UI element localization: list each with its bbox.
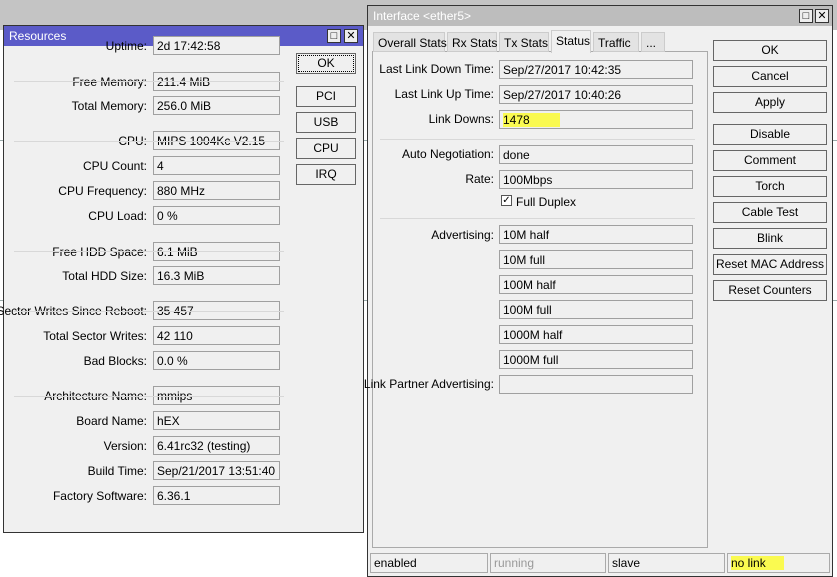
status-enabled: enabled (374, 556, 417, 570)
advertising-option: 100M half (499, 275, 693, 294)
divider (14, 141, 284, 142)
last-link-down-time-label: Last Link Down Time: (379, 62, 494, 76)
status-cell: slave (608, 553, 725, 573)
field-label: CPU Frequency: (58, 184, 147, 198)
last-link-up-time-label: Last Link Up Time: (394, 87, 494, 101)
value-field: 6.41rc32 (testing) (153, 436, 280, 455)
tab-overall-stats[interactable]: Overall Stats (373, 32, 447, 52)
window-title: Resources (9, 29, 67, 43)
value-field: 42 110 (153, 326, 280, 345)
button-pci[interactable]: PCI (296, 86, 356, 107)
field-label: Total Sector Writes: (43, 329, 147, 343)
interface-title-bar[interactable]: Interface <ether5> □ ✕ (368, 6, 832, 26)
button-cpu[interactable]: CPU (296, 138, 356, 159)
last-link-up-time-field: Sep/27/2017 10:40:26 (499, 85, 693, 104)
status-cell: running (490, 553, 606, 573)
value-field: Sep/21/2017 13:51:40 (153, 461, 280, 480)
field-label: Version: (103, 439, 147, 453)
auto-negotiation-value: done (503, 148, 530, 162)
value-field: 2d 17:42:58 (153, 36, 280, 55)
status-running: running (494, 556, 535, 570)
button-ok[interactable]: OK (713, 40, 827, 61)
full-duplex-label: Full Duplex (516, 195, 577, 209)
button-usb[interactable]: USB (296, 112, 356, 133)
tab-traffic[interactable]: Traffic (593, 32, 639, 52)
field-label: Total HDD Size: (62, 269, 147, 283)
status-cell: no link (727, 553, 830, 573)
advertising-label: Advertising: (431, 228, 494, 242)
tab--[interactable]: ... (641, 32, 665, 52)
close-icon[interactable]: ✕ (344, 29, 358, 43)
button-torch[interactable]: Torch (713, 176, 827, 197)
full-duplex-checkbox[interactable]: ✓ (501, 195, 512, 206)
field-label: Board Name: (76, 414, 147, 428)
button-disable[interactable]: Disable (713, 124, 827, 145)
button-blink[interactable]: Blink (713, 228, 827, 249)
tab-tx-stats[interactable]: Tx Stats (499, 32, 549, 52)
advertising-option: 10M half (499, 225, 693, 244)
button-reset-mac-address[interactable]: Reset MAC Address (713, 254, 827, 275)
field-label: Factory Software: (52, 489, 147, 503)
button-cable-test[interactable]: Cable Test (713, 202, 827, 223)
field-label: Uptime: (105, 39, 147, 53)
divider (380, 218, 695, 219)
tab-status[interactable]: Status (551, 30, 591, 53)
value-field: 256.0 MiB (153, 96, 280, 115)
value-field: 4 (153, 156, 280, 175)
value-field: 6.36.1 (153, 486, 280, 505)
divider (14, 81, 284, 82)
link-partner-advertising-field (499, 375, 693, 394)
status-no-link: no link (731, 556, 784, 570)
link-downs-field: 1478 (499, 110, 693, 129)
advertising-option: 100M full (499, 300, 693, 319)
field-label: Free HDD Space: (52, 245, 147, 259)
maximize-icon[interactable]: □ (799, 9, 813, 23)
button-apply[interactable]: Apply (713, 92, 827, 113)
button-comment[interactable]: Comment (713, 150, 827, 171)
divider (14, 311, 284, 312)
last-link-down-time-field: Sep/27/2017 10:42:35 (499, 60, 693, 79)
divider (14, 251, 284, 252)
divider (14, 396, 284, 397)
value-field: 0 % (153, 206, 280, 225)
status-slave: slave (612, 556, 641, 570)
last-link-down-time-value: Sep/27/2017 10:42:35 (503, 63, 622, 77)
rate-label: Rate: (465, 172, 494, 186)
button-cancel[interactable]: Cancel (713, 66, 827, 87)
field-label: Build Time: (87, 464, 147, 478)
value-field: hEX (153, 411, 280, 430)
button-ok[interactable]: OK (296, 53, 356, 74)
maximize-icon[interactable]: □ (327, 29, 341, 43)
field-label: CPU Load: (88, 209, 147, 223)
link-downs-value: 1478 (503, 113, 560, 127)
status-cell: enabled (370, 553, 488, 573)
field-label: Free Memory: (72, 75, 147, 89)
divider (380, 139, 695, 140)
field-label: CPU Count: (82, 159, 147, 173)
advertising-option: 1000M full (499, 350, 693, 369)
button-reset-counters[interactable]: Reset Counters (713, 280, 827, 301)
link-downs-label: Link Downs: (428, 112, 494, 126)
close-icon[interactable]: ✕ (815, 9, 829, 23)
tab-rx-stats[interactable]: Rx Stats (447, 32, 497, 52)
field-label: Total Memory: (71, 99, 147, 113)
value-field: 880 MHz (153, 181, 280, 200)
advertising-option: 10M full (499, 250, 693, 269)
auto-negotiation-field: done (499, 145, 693, 164)
last-link-up-time-value: Sep/27/2017 10:40:26 (503, 88, 622, 102)
rate-field: 100Mbps (499, 170, 693, 189)
resources-window: Resources □ ✕ Uptime: 2d 17:42:58 Free Mem… (0, 25, 364, 533)
window-title: Interface <ether5> (373, 9, 472, 23)
auto-negotiation-label: Auto Negotiation: (401, 147, 494, 161)
value-field: 16.3 MiB (153, 266, 280, 285)
link-partner-advertising-label: Link Partner Advertising: (363, 377, 494, 391)
field-label: Bad Blocks: (83, 354, 147, 368)
button-irq[interactable]: IRQ (296, 164, 356, 185)
value-field: 0.0 % (153, 351, 280, 370)
rate-value: 100Mbps (503, 173, 553, 187)
advertising-option: 1000M half (499, 325, 693, 344)
